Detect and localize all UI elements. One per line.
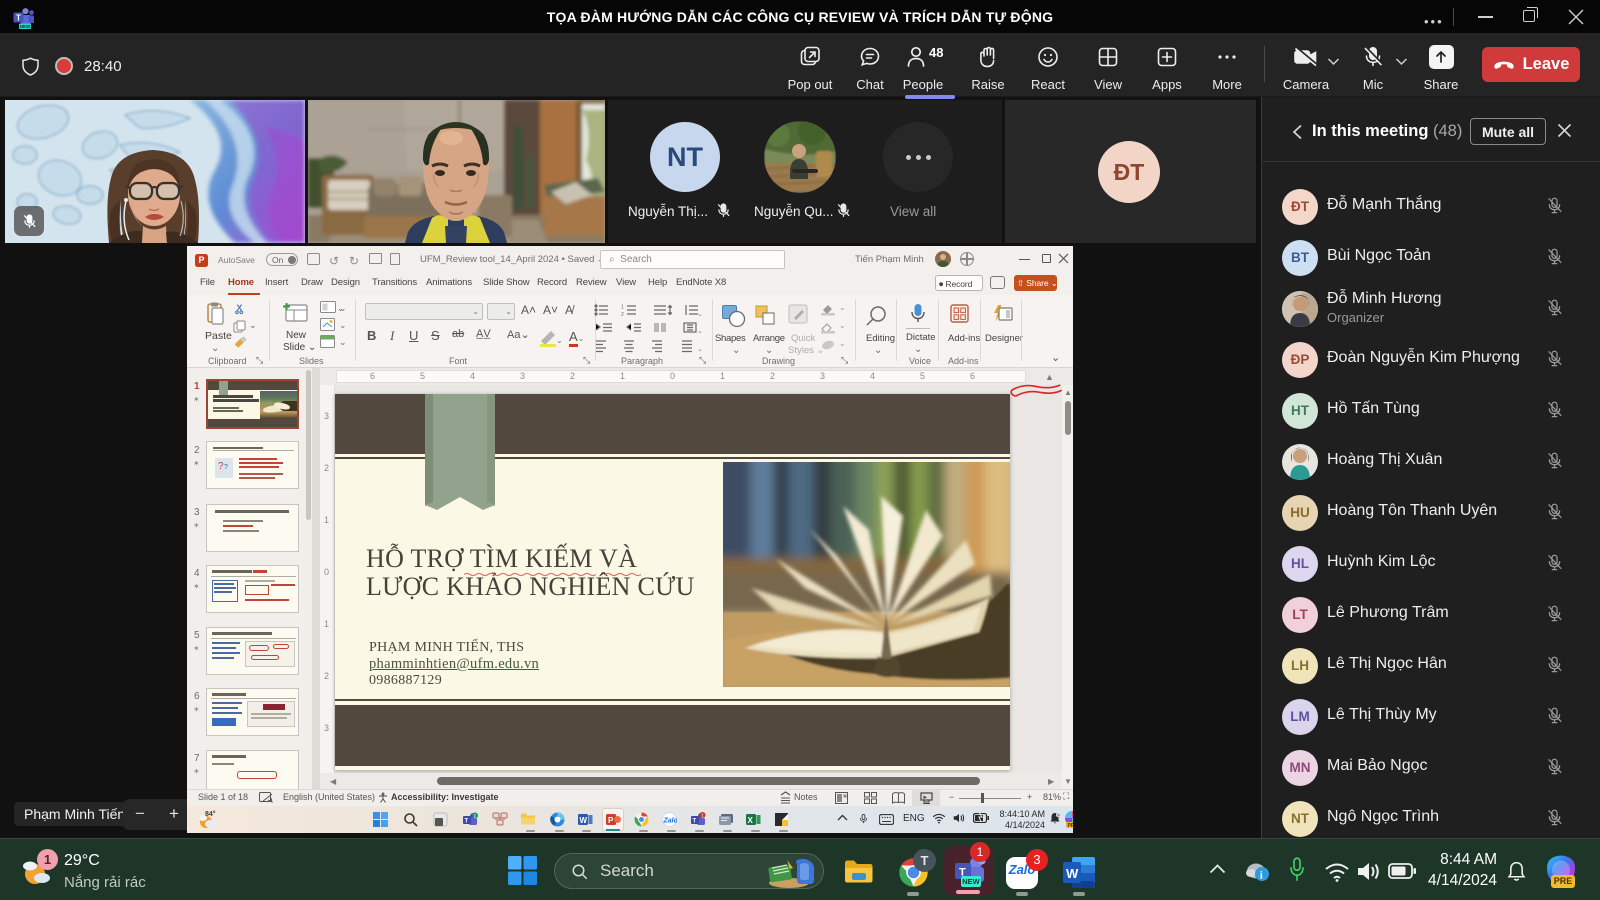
svg-text:⌄: ⌄ <box>556 336 561 345</box>
svg-text:X: X <box>748 816 754 825</box>
svg-text:⌄: ⌄ <box>697 311 703 318</box>
svg-text:1: 1 <box>474 814 477 820</box>
svg-text:2: 2 <box>621 312 624 318</box>
svg-text:⌄: ⌄ <box>697 346 703 353</box>
svg-text:W: W <box>580 816 588 825</box>
svg-text:Zalo: Zalo <box>663 818 678 825</box>
svg-text:48: 48 <box>929 45 943 60</box>
svg-text:⌄: ⌄ <box>697 328 703 335</box>
svg-text:T: T <box>465 819 469 825</box>
svg-text:W: W <box>1066 866 1079 881</box>
svg-text:1: 1 <box>621 305 624 311</box>
svg-text:84°: 84° <box>205 810 216 818</box>
svg-text:T: T <box>693 819 697 825</box>
svg-text:②: ② <box>1057 813 1061 817</box>
svg-text:1: 1 <box>701 813 704 819</box>
svg-text:i: i <box>1260 870 1263 882</box>
svg-text:PRE: PRE <box>1068 823 1074 828</box>
svg-text:P: P <box>608 816 614 825</box>
